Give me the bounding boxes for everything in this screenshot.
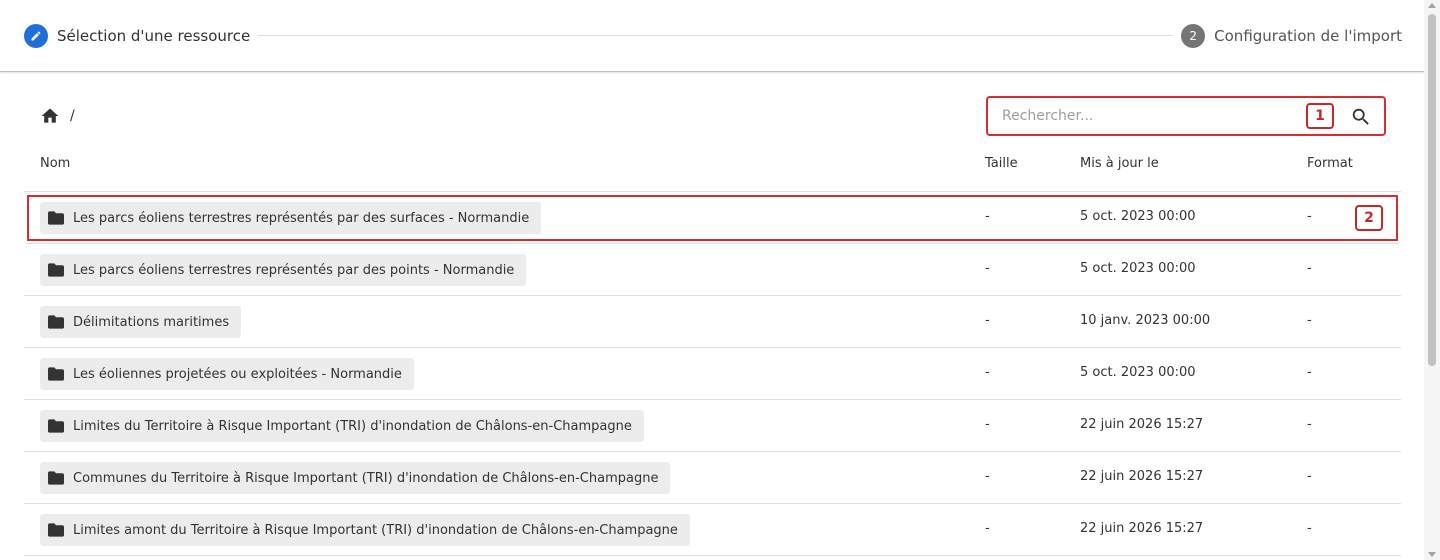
home-icon[interactable] bbox=[40, 106, 60, 126]
table-row[interactable]: Les parcs éoliens terrestres représentés… bbox=[24, 192, 1401, 244]
resource-folder-chip[interactable]: Limites amont du Territoire à Risque Imp… bbox=[40, 514, 690, 546]
table-row[interactable]: Limites amont du Territoire à Risque Imp… bbox=[24, 504, 1401, 556]
table-body: Les parcs éoliens terrestres représentés… bbox=[24, 192, 1401, 556]
scroll-down-icon[interactable] bbox=[1428, 552, 1436, 557]
resource-format: - bbox=[1307, 417, 1312, 432]
table-row[interactable]: Les éoliennes projetées ou exploitées - … bbox=[24, 348, 1401, 400]
folder-icon bbox=[48, 523, 64, 537]
step-resource-selection[interactable]: Sélection d'une ressource bbox=[24, 23, 251, 48]
step-1-label: Sélection d'une ressource bbox=[57, 26, 251, 45]
resource-name: Délimitations maritimes bbox=[73, 314, 230, 330]
resource-name: Limites du Territoire à Risque Important… bbox=[73, 418, 632, 434]
column-header-format[interactable]: Format bbox=[1307, 156, 1353, 171]
step-import-configuration[interactable]: 2 Configuration de l'import bbox=[1181, 23, 1402, 48]
toolbar: / 1 bbox=[40, 96, 1386, 136]
resource-size: - bbox=[985, 521, 990, 536]
resource-format: - bbox=[1307, 261, 1312, 276]
table-header: Nom Taille Mis à jour le Format bbox=[24, 140, 1401, 192]
scroll-up-icon[interactable] bbox=[1428, 3, 1436, 8]
search-input[interactable] bbox=[1002, 108, 1292, 124]
folder-icon bbox=[48, 419, 64, 433]
table-row[interactable]: Limites du Territoire à Risque Important… bbox=[24, 400, 1401, 452]
resource-updated: 10 janv. 2023 00:00 bbox=[1080, 313, 1211, 328]
column-header-size[interactable]: Taille bbox=[985, 156, 1018, 171]
folder-icon bbox=[48, 367, 64, 381]
resource-name: Les parcs éoliens terrestres représentés… bbox=[73, 210, 530, 226]
resource-folder-chip[interactable]: Limites du Territoire à Risque Important… bbox=[40, 410, 644, 442]
search-box: 1 bbox=[986, 96, 1386, 136]
import-stepper: Sélection d'une ressource 2 Configuratio… bbox=[0, 0, 1424, 72]
resource-folder-chip[interactable]: Les éoliennes projetées ou exploitées - … bbox=[40, 358, 414, 390]
resource-updated: 22 juin 2026 15:27 bbox=[1080, 521, 1204, 536]
breadcrumb-separator: / bbox=[70, 108, 75, 124]
resource-table: Nom Taille Mis à jour le Format Les parc… bbox=[24, 140, 1401, 556]
scroll-thumb[interactable] bbox=[1428, 14, 1436, 366]
resource-updated: 22 juin 2026 15:27 bbox=[1080, 417, 1204, 432]
resource-folder-chip[interactable]: Communes du Territoire à Risque Importan… bbox=[40, 462, 671, 494]
resource-size: - bbox=[985, 261, 990, 276]
resource-size: - bbox=[985, 469, 990, 484]
resource-name: Les parcs éoliens terrestres représentés… bbox=[73, 262, 515, 278]
resource-size: - bbox=[985, 417, 990, 432]
folder-icon bbox=[48, 263, 64, 277]
resource-folder-chip[interactable]: Délimitations maritimes bbox=[40, 306, 242, 338]
resource-size: - bbox=[985, 365, 990, 380]
resource-size: - bbox=[985, 313, 990, 328]
column-header-name[interactable]: Nom bbox=[40, 156, 70, 171]
resource-updated: 5 oct. 2023 00:00 bbox=[1080, 261, 1196, 276]
resource-folder-chip[interactable]: Les parcs éoliens terrestres représentés… bbox=[40, 254, 527, 286]
resource-folder-chip[interactable]: Les parcs éoliens terrestres représentés… bbox=[40, 202, 542, 234]
column-header-updated[interactable]: Mis à jour le bbox=[1080, 156, 1159, 171]
pencil-icon bbox=[24, 23, 48, 48]
resource-name: Les éoliennes projetées ou exploitées - … bbox=[73, 366, 402, 382]
resource-updated: 5 oct. 2023 00:00 bbox=[1080, 209, 1196, 224]
table-row[interactable]: Délimitations maritimes - 10 janv. 2023 00… bbox=[24, 296, 1401, 348]
resource-format: - bbox=[1307, 521, 1312, 536]
breadcrumb: / bbox=[40, 106, 75, 126]
table-row[interactable]: Les parcs éoliens terrestres représentés… bbox=[24, 244, 1401, 296]
resource-name: Communes du Territoire à Risque Importan… bbox=[73, 470, 659, 486]
resource-format: - bbox=[1307, 365, 1312, 380]
folder-icon bbox=[48, 315, 64, 329]
table-row[interactable]: Communes du Territoire à Risque Importan… bbox=[24, 452, 1401, 504]
resource-updated: 22 juin 2026 15:27 bbox=[1080, 469, 1204, 484]
page-scrollbar[interactable] bbox=[1424, 0, 1440, 560]
resource-updated: 5 oct. 2023 00:00 bbox=[1080, 365, 1196, 380]
resource-format: - bbox=[1307, 469, 1312, 484]
folder-icon bbox=[48, 211, 64, 225]
step-2-label: Configuration de l'import bbox=[1214, 26, 1402, 45]
annotation-marker-1: 1 bbox=[1306, 103, 1334, 129]
annotation-marker-2: 2 bbox=[1355, 205, 1383, 231]
step-2-number: 2 bbox=[1181, 23, 1206, 48]
folder-icon bbox=[48, 471, 64, 485]
search-icon[interactable] bbox=[1350, 106, 1372, 128]
resource-size: - bbox=[985, 209, 990, 224]
step-connector bbox=[258, 35, 1174, 36]
resource-format: - bbox=[1307, 209, 1312, 224]
resource-format: - bbox=[1307, 313, 1312, 328]
resource-name: Limites amont du Territoire à Risque Imp… bbox=[73, 522, 678, 538]
